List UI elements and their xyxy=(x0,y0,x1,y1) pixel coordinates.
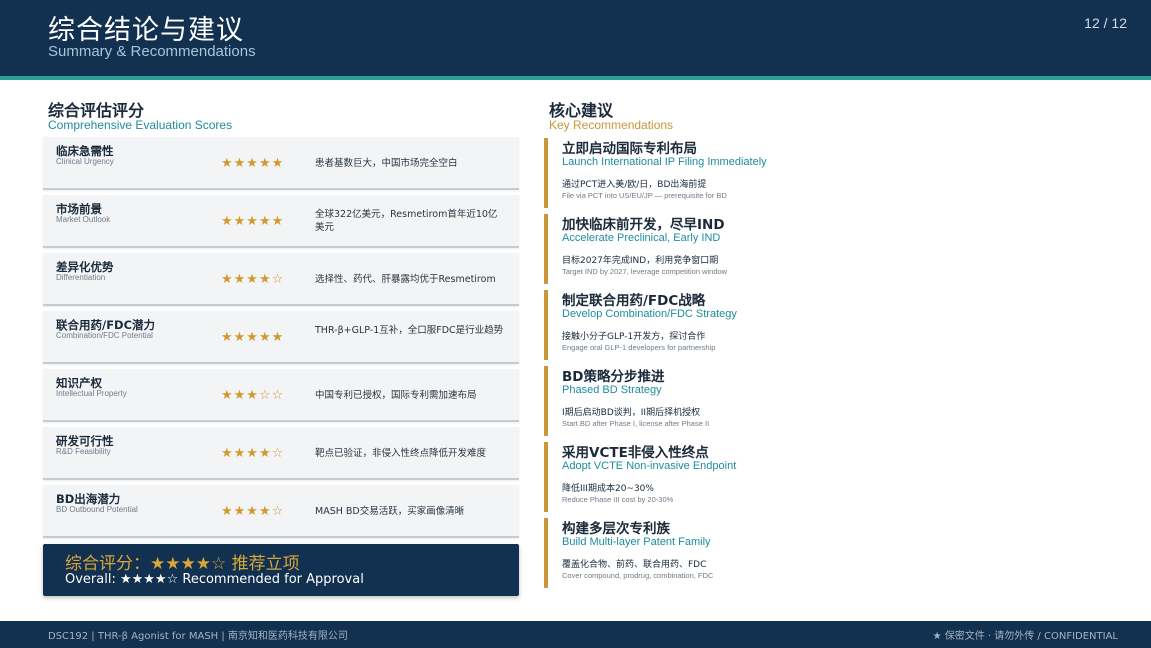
recommendation-desc-en: Cover compound, prodrug, combination, FD… xyxy=(562,571,714,580)
page-subtitle: Summary & Recommendations xyxy=(48,43,256,60)
recommendation-item: 立即启动国际专利布局 Launch International IP Filin… xyxy=(544,138,804,208)
recommendation-desc: I期后启动BD谈判，II期后择机授权 xyxy=(562,408,701,418)
recommendation-item: 采用VCTE非侵入性终点 Adopt VCTE Non-invasive End… xyxy=(544,442,804,512)
recommendation-desc-en: Reduce Phase III cost by 20-30% xyxy=(562,495,674,504)
score-description: 中国专利已授权，国际专利需加速布局 xyxy=(315,390,477,401)
score-name-en: Combination/FDC Potential xyxy=(56,331,153,340)
score-card-combination-potential: 联合用药/FDC潜力 Combination/FDC Potential ★★★… xyxy=(43,311,519,364)
recommendation-subtitle: Adopt VCTE Non-invasive Endpoint xyxy=(562,460,737,472)
score-description: 患者基数巨大，中国市场完全空白 xyxy=(315,158,458,169)
recommendation-desc: 降低III期成本20~30% xyxy=(562,484,654,494)
recommendation-title: 采用VCTE非侵入性终点 xyxy=(562,445,709,461)
page-title: 综合结论与建议 xyxy=(48,15,244,46)
score-card-bd-outbound: BD出海潜力 BD Outbound Potential ★★★★☆ MASH … xyxy=(43,485,519,538)
star-rating: ★★★☆☆ xyxy=(221,388,285,403)
recommendation-subtitle: Launch International IP Filing Immediate… xyxy=(562,156,767,168)
overall-score-banner: 综合评分：★★★★☆ 推荐立项 Overall: ★★★★☆ Recommend… xyxy=(43,544,519,596)
score-name-en: BD Outbound Potential xyxy=(56,505,138,514)
slide-footer: DSC192 | THR-β Agonist for MASH | 南京知和医药… xyxy=(0,621,1151,648)
overall-score-en: Overall: ★★★★☆ Recommended for Approval xyxy=(65,572,364,587)
recommendation-item: 构建多层次专利族 Build Multi-layer Patent Family… xyxy=(544,518,804,588)
footer-project-info: DSC192 | THR-β Agonist for MASH | 南京知和医药… xyxy=(48,631,348,642)
score-name-en: Differentiation xyxy=(56,273,106,282)
score-description: 靶点已验证，非侵入性终点降低开发难度 xyxy=(315,448,487,459)
recommendation-subtitle: Build Multi-layer Patent Family xyxy=(562,536,711,548)
score-description: THR-β+GLP-1互补，全口服FDC是行业趋势 xyxy=(315,325,504,336)
recommendation-item: BD策略分步推进 Phased BD Strategy I期后启动BD谈判，II… xyxy=(544,366,804,436)
star-rating: ★★★★☆ xyxy=(221,446,285,461)
recommendation-title: 制定联合用药/FDC战略 xyxy=(562,293,706,309)
recommendation-desc-en: File via PCT into US/EU/JP — prerequisit… xyxy=(562,191,727,200)
star-rating: ★★★★★ xyxy=(221,214,285,229)
page-number: 12 / 12 xyxy=(1084,15,1127,31)
star-rating: ★★★★★ xyxy=(221,156,285,171)
recommendation-desc-en: Target IND by 2027, leverage competition… xyxy=(562,267,728,276)
score-name-en: Intellectual Property xyxy=(56,389,127,398)
score-name-en: Market Outlook xyxy=(56,215,111,224)
recommendation-item: 制定联合用药/FDC战略 Develop Combination/FDC Str… xyxy=(544,290,804,360)
score-card-intellectual-property: 知识产权 Intellectual Property ★★★☆☆ 中国专利已授权… xyxy=(43,369,519,422)
score-name-en: Clinical Urgency xyxy=(56,157,114,166)
recommendation-desc: 通过PCT进入美/欧/日，BD出海前提 xyxy=(562,180,707,190)
recommendation-desc-en: Engage oral GLP-1 developers for partner… xyxy=(562,343,716,352)
score-description: MASH BD交易活跃，买家画像清晰 xyxy=(315,506,465,517)
recommendation-title: BD策略分步推进 xyxy=(562,369,665,385)
footer-confidential: ★ 保密文件 · 请勿外传 / CONFIDENTIAL xyxy=(932,631,1118,642)
slide-header: 综合结论与建议 Summary & Recommendations 12 / 1… xyxy=(0,0,1151,76)
score-card-clinical-urgency: 临床急需性 Clinical Urgency ★★★★★ 患者基数巨大，中国市场… xyxy=(43,137,519,190)
star-rating: ★★★★★ xyxy=(221,330,285,345)
recommendation-desc: 目标2027年完成IND，利用竞争窗口期 xyxy=(562,256,719,266)
recommendation-desc: 接触小分子GLP-1开发方，探讨合作 xyxy=(562,332,706,342)
recommendation-title: 构建多层次专利族 xyxy=(562,521,670,537)
recommendation-subtitle: Phased BD Strategy xyxy=(562,384,662,396)
header-divider xyxy=(0,76,1151,80)
recommendation-desc: 覆盖化合物、前药、联合用药、FDC xyxy=(562,560,707,570)
recommendation-title: 立即启动国际专利布局 xyxy=(562,141,697,157)
recommendation-title: 加快临床前开发，尽早IND xyxy=(562,217,725,233)
recommendations-section-subtitle: Key Recommendations xyxy=(549,118,674,132)
recommendation-subtitle: Accelerate Preclinical, Early IND xyxy=(562,232,721,244)
score-name-en: R&D Feasibility xyxy=(56,447,111,456)
scores-section-subtitle: Comprehensive Evaluation Scores xyxy=(48,118,233,132)
star-rating: ★★★★☆ xyxy=(221,272,285,287)
recommendation-item: 加快临床前开发，尽早IND Accelerate Preclinical, Ea… xyxy=(544,214,804,284)
recommendation-subtitle: Develop Combination/FDC Strategy xyxy=(562,308,737,320)
score-description: 选择性、药代、肝暴露均优于Resmetirom xyxy=(315,274,496,285)
score-description: 全球322亿美元，Resmetirom首年近10亿美元 xyxy=(315,209,498,233)
overall-score-cn: 综合评分：★★★★☆ 推荐立项 xyxy=(65,554,300,574)
score-card-differentiation: 差异化优势 Differentiation ★★★★☆ 选择性、药代、肝暴露均优… xyxy=(43,253,519,306)
score-card-market-outlook: 市场前景 Market Outlook ★★★★★ 全球322亿美元，Resme… xyxy=(43,195,519,248)
score-card-rd-feasibility: 研发可行性 R&D Feasibility ★★★★☆ 靶点已验证，非侵入性终点… xyxy=(43,427,519,480)
recommendation-desc-en: Start BD after Phase I, license after Ph… xyxy=(562,419,710,428)
star-rating: ★★★★☆ xyxy=(221,504,285,519)
